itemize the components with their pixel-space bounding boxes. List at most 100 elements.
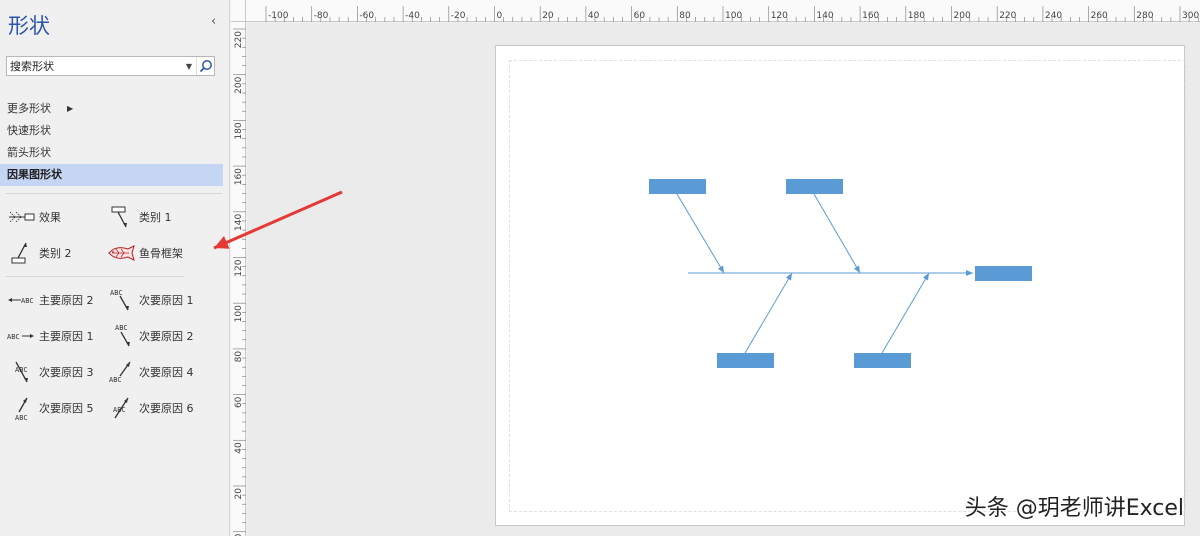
ruler-left-label: 160 [234,168,244,185]
vertical-ruler-ticks: 220200180160140120100806040200 [233,28,246,536]
svg-text:ABC: ABC [21,297,34,305]
ruler-top-label: 220 [999,11,1016,21]
ruler-left-label: 60 [234,396,244,408]
shape-label: 次要原因 6 [139,402,194,415]
shape-label: 次要原因 5 [39,402,94,415]
shape-label: 类别 1 [139,211,172,224]
ruler-top-label: 300 [1182,11,1199,21]
ruler-top-label: 60 [634,11,646,21]
search-input[interactable] [7,57,182,75]
shape-label: 次要原因 4 [139,366,194,379]
pane-title: 形状 [8,14,50,38]
shape-secondary-cause-4[interactable]: ABC 次要原因 4 [106,359,216,385]
shape-effect[interactable]: 效果 [6,204,116,230]
primary-cause-1-icon: ABC [6,323,36,349]
ruler-top-label: 20 [542,11,554,21]
ruler-left-label: 80 [234,351,244,363]
shape-primary-cause-1[interactable]: ABC 主要原因 1 [6,323,116,349]
shape-secondary-cause-6[interactable]: ABC 次要原因 6 [106,395,216,421]
shape-fishbone-frame[interactable]: 鱼骨框架 [106,240,216,266]
shape-category-2[interactable]: 类别 2 [6,240,116,266]
page-margin-guide [509,60,1186,512]
menu-quick-shapes[interactable]: 快速形状 [0,120,223,142]
shape-label: 效果 [39,211,61,224]
section-divider [6,276,184,277]
ruler-top-label: 0 [497,11,503,21]
category-1-icon [106,204,136,230]
secondary-cause-6-icon: ABC [106,395,136,421]
ruler-top-label: 80 [679,11,691,21]
svg-text:ABC: ABC [110,289,123,297]
search-box: ▼ [6,56,215,76]
horizontal-ruler: -100 -80 -60 -40 -20 0 20 40 60 80 100 120 140 160 180… [246,0,1200,22]
ruler-top-label: 180 [908,11,925,21]
ruler-top-label: 120 [771,11,788,21]
ruler-corner [231,0,246,22]
ruler-top-label: 100 [725,11,742,21]
ruler-top-label: -100 [268,11,289,21]
ruler-top-label: 240 [1045,11,1062,21]
secondary-cause-1-icon: ABC [106,287,136,313]
secondary-cause-3-icon: ABC [6,359,36,385]
menu-item-label: 快速形状 [7,124,51,137]
ruler-left-label: 220 [234,31,244,48]
shapes-pane: 形状 ‹ ▼ 更多形状 ▶ 快速形状 箭头形状 因果图形状 效果 类别 1 [0,0,230,536]
shape-secondary-cause-1[interactable]: ABC 次要原因 1 [106,287,216,313]
ruler-top-label: 140 [816,11,833,21]
watermark: 头条 @玥老师讲Excel [964,496,1184,521]
menu-arrow-shapes[interactable]: 箭头形状 [0,142,223,164]
ruler-left-label: 120 [234,259,244,276]
svg-text:ABC: ABC [7,333,20,341]
category-2-icon [6,240,36,266]
shape-secondary-cause-5[interactable]: ABC 次要原因 5 [6,395,116,421]
search-icon[interactable] [196,57,214,75]
shape-label: 次要原因 3 [39,366,94,379]
ruler-top-label: 160 [862,11,879,21]
shape-label: 次要原因 2 [139,330,194,343]
menu-item-label: 箭头形状 [7,146,51,159]
ruler-top-label: -20 [451,11,466,21]
ruler-top-label: 40 [588,11,600,21]
shape-secondary-cause-3[interactable]: ABC 次要原因 3 [6,359,116,385]
submenu-arrow-icon: ▶ [67,104,74,113]
primary-cause-2-icon: ABC [6,287,36,313]
ruler-top-label: 200 [954,11,971,21]
menu-cause-effect-shapes[interactable]: 因果图形状 [0,164,223,186]
svg-text:ABC: ABC [15,414,28,421]
ruler-top-label: -40 [405,11,420,21]
menu-item-label: 因果图形状 [7,168,62,181]
secondary-cause-5-icon: ABC [6,395,36,421]
shape-category-1[interactable]: 类别 1 [106,204,216,230]
shape-label: 主要原因 1 [39,330,94,343]
ruler-top-label: -60 [359,11,374,21]
secondary-cause-2-icon: ABC [106,323,136,349]
svg-text:ABC: ABC [115,324,128,332]
vertical-ruler: 220200180160140120100806040200 [231,22,246,536]
ruler-top-label: -80 [314,11,329,21]
search-dropdown-icon[interactable]: ▼ [182,62,196,71]
svg-text:ABC: ABC [109,376,122,384]
shape-label: 次要原因 1 [139,294,194,307]
shape-label: 类别 2 [39,247,72,260]
ruler-left-label: 200 [234,76,244,93]
ruler-left-label: 140 [234,214,244,231]
ruler-top-label: 260 [1091,11,1108,21]
shape-label: 主要原因 2 [39,294,94,307]
fishbone-frame-icon [106,240,136,266]
collapse-pane-icon[interactable]: ‹ [211,14,216,29]
svg-text:ABC: ABC [113,406,126,414]
shape-secondary-cause-2[interactable]: ABC 次要原因 2 [106,323,216,349]
menu-more-shapes[interactable]: 更多形状 ▶ [0,98,223,120]
ruler-left-label: 180 [234,122,244,139]
ruler-left-label: 20 [234,488,244,500]
shape-primary-cause-2[interactable]: ABC 主要原因 2 [6,287,116,313]
effect-icon [6,204,36,230]
secondary-cause-4-icon: ABC [106,359,136,385]
ruler-top-label: 280 [1136,11,1153,21]
ruler-left-label: 40 [234,442,244,454]
pane-divider [6,193,222,194]
shape-label: 鱼骨框架 [139,247,183,260]
menu-item-label: 更多形状 [7,102,51,115]
horizontal-ruler-ticks: -100 -80 -60 -40 -20 0 20 40 60 80 100 120 140 160 180… [265,6,1199,22]
ruler-left-label: 100 [234,305,244,322]
